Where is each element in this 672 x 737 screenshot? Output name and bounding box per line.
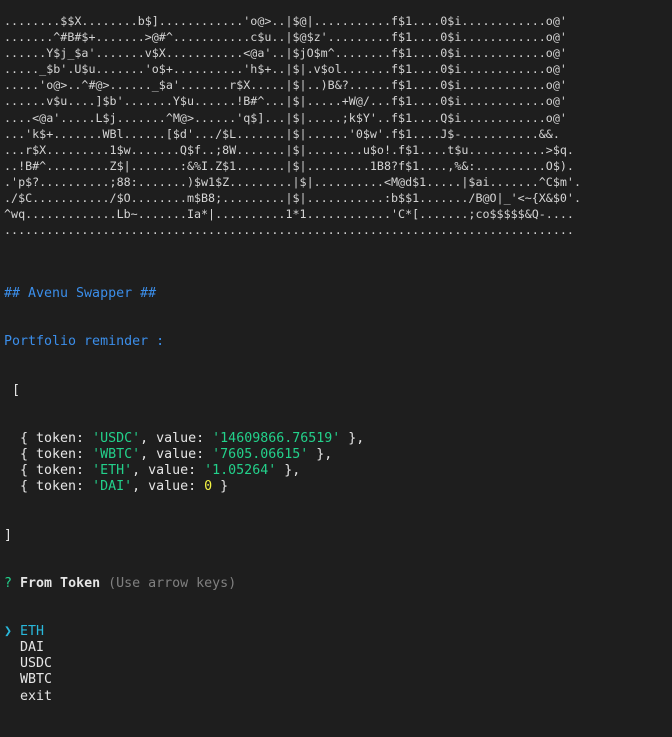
question-mark-icon: ? (4, 575, 13, 591)
prompt-hint: (Use arrow keys) (108, 575, 237, 591)
entry-value-string: '14609866.76519' (212, 431, 341, 447)
prompt-question: From Token (20, 575, 101, 591)
entry-token-key: { token: (4, 431, 93, 447)
from-token-prompt: ? From Token (Use arrow keys) (4, 576, 364, 592)
option-label: USDC (20, 656, 53, 672)
token-options-list[interactable]: ❯ ETH DAI USDC WBTC exit (4, 624, 364, 704)
app-title: ## Avenu Swapper ## (4, 286, 157, 302)
option-label: DAI (20, 640, 45, 656)
entry-value-string: '7605.06615' (212, 447, 309, 463)
option-label: ETH (20, 624, 45, 640)
ascii-art-banner: ........$$X........b$]............'o@>..… (4, 14, 581, 238)
entry-close: }, (308, 447, 333, 463)
entry-token-value: 'ETH' (92, 463, 133, 479)
portfolio-entry: { token: 'WBTC', value: '7605.06615' }, (4, 447, 364, 463)
terminal-output: ## Avenu Swapper ## Portfolio reminder :… (4, 254, 364, 737)
token-option-dai[interactable]: DAI (4, 640, 364, 656)
option-label: exit (20, 688, 53, 704)
entry-value-key: , value: (140, 431, 213, 447)
entry-value-key: , value: (132, 463, 205, 479)
entry-value-key: , value: (140, 447, 213, 463)
entry-close: }, (276, 463, 301, 479)
token-option-wbtc[interactable]: WBTC (4, 672, 364, 688)
portfolio-entry: { token: 'ETH', value: '1.05264' }, (4, 463, 364, 479)
pointer-spacer (4, 672, 20, 687)
pointer-icon: ❯ (4, 624, 21, 640)
token-option-eth[interactable]: ❯ ETH (4, 624, 364, 640)
entry-token-value: 'WBTC' (92, 447, 141, 463)
terminal-window[interactable]: ........$$X........b$]............'o@>..… (0, 0, 672, 704)
close-bracket: ] (4, 527, 13, 543)
pointer-spacer (4, 640, 20, 655)
entry-token-value: 'USDC' (92, 431, 141, 447)
open-bracket: [ (4, 382, 21, 398)
entry-close: }, (340, 431, 365, 447)
entry-value-key: , value: (132, 479, 205, 495)
option-label: WBTC (20, 672, 53, 688)
pointer-spacer (4, 689, 20, 704)
portfolio-list: { token: 'USDC', value: '14609866.76519'… (4, 431, 364, 495)
entry-close: } (212, 479, 229, 495)
portfolio-entry: { token: 'USDC', value: '14609866.76519'… (4, 431, 364, 447)
entry-value-number: 0 (204, 479, 213, 495)
entry-token-key: { token: (4, 479, 93, 495)
entry-value-string: '1.05264' (204, 463, 277, 479)
portfolio-heading: Portfolio reminder : (4, 334, 165, 350)
entry-token-key: { token: (4, 463, 93, 479)
pointer-spacer (4, 656, 20, 671)
entry-token-key: { token: (4, 447, 93, 463)
portfolio-entry: { token: 'DAI', value: 0 } (4, 479, 364, 495)
token-option-usdc[interactable]: USDC (4, 656, 364, 672)
entry-token-value: 'DAI' (92, 479, 133, 495)
token-option-exit[interactable]: exit (4, 689, 364, 705)
